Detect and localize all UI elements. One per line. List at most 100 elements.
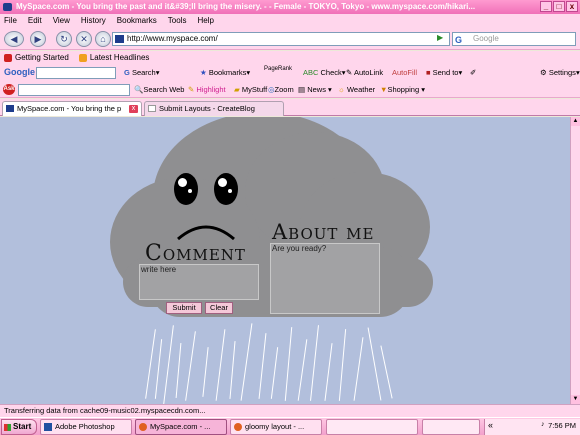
google-autolink-button[interactable]: ✎ AutoLink	[346, 64, 383, 81]
firefox-icon	[3, 3, 12, 11]
clock: 7:56 PM	[548, 421, 576, 430]
tab-label: Submit Layouts - CreateBlog	[159, 104, 255, 113]
about-panel: Are you ready?	[270, 243, 380, 314]
google-sendto-label: Send to	[432, 68, 459, 77]
google-toolbar: Google G Search▾ ★ Bookmarks▾ PageRank A…	[0, 64, 580, 81]
google-bookmarks-label: Bookmarks	[208, 68, 247, 77]
ask-toolbar: Ask 🔍Search Web ✎ Highlight ▰ MyStuff ◎Z…	[0, 81, 580, 98]
google-check-button[interactable]: ABC Check▾	[303, 64, 346, 81]
task-photoshop[interactable]: Adobe Photoshop	[40, 419, 132, 435]
pencil-icon[interactable]: ✐	[470, 64, 476, 81]
stop-button[interactable]: ✕	[76, 31, 92, 47]
highlighter-icon: ✎	[188, 85, 195, 94]
ask-zoom-button[interactable]: ◎Zoom	[268, 81, 294, 98]
google-search-field[interactable]	[36, 67, 116, 79]
tray-expand-icon[interactable]: «	[488, 420, 493, 430]
ask-search-web-button[interactable]: 🔍Search Web	[134, 81, 184, 98]
scroll-up-icon[interactable]: ▲	[571, 117, 580, 126]
menu-bookmarks[interactable]: Bookmarks	[117, 14, 157, 28]
start-button[interactable]: Start	[1, 419, 37, 435]
task-gloomy-layout[interactable]: gloomy layout - ...	[230, 419, 322, 435]
forward-button[interactable]: ▶	[30, 31, 46, 47]
reload-button[interactable]: ↻	[56, 31, 72, 47]
menu-help[interactable]: Help	[197, 14, 213, 28]
ask-highlight-button[interactable]: ✎ Highlight	[188, 81, 226, 98]
close-button[interactable]: x	[566, 1, 578, 12]
address-bar[interactable]: http://www.myspace.com/	[112, 32, 450, 46]
google-settings-button[interactable]: ⚙ Settings▾	[540, 64, 580, 81]
menu-edit[interactable]: Edit	[28, 14, 42, 28]
go-arrow-icon[interactable]: ▶	[437, 33, 447, 42]
menu-file[interactable]: File	[4, 14, 17, 28]
google-autolink-label: AutoLink	[353, 68, 384, 77]
maximize-button[interactable]: □	[553, 1, 565, 12]
ask-zoom-label: Zoom	[274, 85, 294, 94]
tab-myspace[interactable]: MySpace.com - You bring the p x	[2, 101, 142, 116]
menu-bar: File Edit View History Bookmarks Tools H…	[0, 14, 580, 28]
page-tab-icon	[148, 105, 156, 112]
photoshop-icon	[44, 423, 52, 431]
reload-icon: ↻	[60, 34, 68, 44]
google-settings-label: Settings	[548, 68, 576, 77]
clear-button[interactable]: Clear	[205, 302, 233, 314]
menu-tools[interactable]: Tools	[168, 14, 187, 28]
menu-view[interactable]: View	[53, 14, 70, 28]
system-tray: « ♪ 7:56 PM	[484, 419, 580, 435]
bookmark-getting-started[interactable]: Getting Started	[4, 51, 69, 64]
close-tab-icon[interactable]: x	[129, 105, 138, 113]
vertical-scrollbar[interactable]: ▲ ▼	[570, 117, 580, 404]
address-text: http://www.myspace.com/	[127, 34, 218, 43]
tab-createblog[interactable]: Submit Layouts - CreateBlog	[144, 101, 284, 116]
home-button[interactable]: ⌂	[95, 31, 111, 47]
ask-shopping-label: Shopping	[387, 85, 420, 94]
home-icon: ⌂	[100, 34, 106, 44]
ask-mystuff-label: MyStuff	[241, 85, 268, 94]
ask-mystuff-button[interactable]: ▰ MyStuff	[234, 81, 267, 98]
google-autofill-button[interactable]: AutoFill	[392, 64, 417, 81]
ask-news-button[interactable]: ▤ News ▾	[298, 81, 332, 98]
menu-history[interactable]: History	[81, 14, 106, 28]
task-blank-2[interactable]	[422, 419, 480, 435]
start-label: Start	[13, 422, 32, 431]
submit-button[interactable]: Submit	[166, 302, 202, 314]
status-text: Transferring data from cache09-music02.m…	[4, 406, 206, 415]
comment-placeholder: write here	[141, 265, 177, 274]
google-check-label: Check	[320, 68, 342, 77]
back-button[interactable]: ◀	[4, 31, 24, 47]
scroll-down-icon[interactable]: ▼	[571, 395, 580, 404]
firefox-task-icon	[234, 423, 242, 431]
bookmark-latest-headlines[interactable]: Latest Headlines	[78, 51, 150, 64]
window-title-bar[interactable]: MySpace.com - You bring the past and it&…	[0, 0, 580, 14]
sendto-icon: ■	[426, 68, 431, 77]
task-label: Adobe Photoshop	[55, 422, 115, 431]
ask-logo: Ask	[3, 84, 15, 95]
google-search-label: Search	[131, 68, 156, 77]
ask-highlight-label: Highlight	[196, 85, 226, 94]
autolink-icon: ✎	[346, 68, 353, 77]
ask-shopping-button[interactable]: ▼Shopping ▾	[380, 81, 425, 98]
speaker-icon[interactable]: ♪	[541, 421, 545, 428]
back-arrow-icon: ◀	[10, 34, 18, 44]
google-search-button[interactable]: G Search▾	[124, 64, 159, 81]
wrench-icon: ⚙	[540, 68, 547, 77]
taskbar: Start Adobe Photoshop MySpace.com - ... …	[0, 417, 580, 435]
spellcheck-icon: ABC	[303, 68, 319, 77]
search-input[interactable]: G Google	[452, 32, 576, 46]
google-bookmarks-button[interactable]: ★ Bookmarks▾	[200, 64, 250, 81]
rss-feed-icon	[78, 53, 87, 62]
google-sendto-button[interactable]: ■ Send to▾	[426, 64, 462, 81]
bookmark-label: Latest Headlines	[89, 53, 150, 62]
about-text: Are you ready?	[272, 244, 327, 253]
firefox-bookmark-icon	[4, 53, 12, 62]
task-blank[interactable]	[326, 419, 418, 435]
ask-weather-button[interactable]: ☼ Weather	[338, 81, 375, 98]
google-logo: Google	[4, 67, 35, 77]
firefox-task-icon	[139, 423, 147, 431]
ask-search-field[interactable]	[18, 84, 130, 96]
minimize-button[interactable]: _	[540, 1, 552, 12]
task-label: MySpace.com - ...	[150, 422, 211, 431]
stop-icon: ✕	[80, 34, 88, 44]
task-myspace[interactable]: MySpace.com - ...	[135, 419, 227, 435]
comment-textarea[interactable]: write here	[139, 264, 259, 300]
comment-heading: Comment	[145, 241, 246, 266]
